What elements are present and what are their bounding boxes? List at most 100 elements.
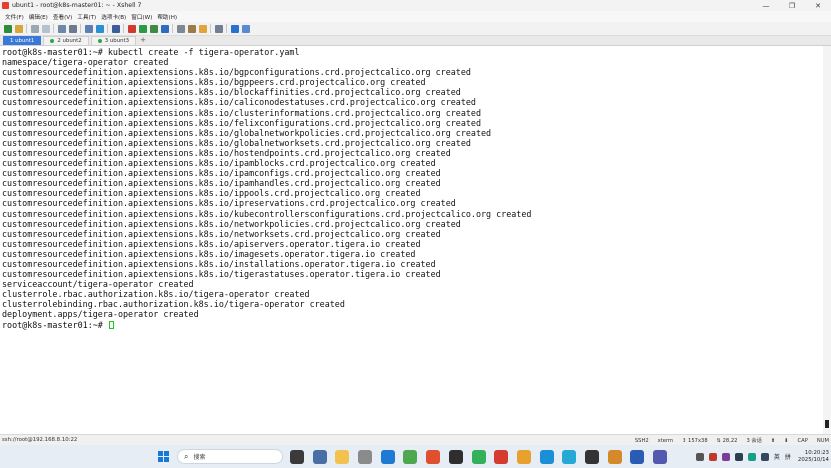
green-app-icon[interactable] — [471, 449, 486, 464]
tray-app3-icon[interactable] — [734, 452, 743, 461]
search-icon[interactable] — [69, 24, 77, 33]
ime-language[interactable]: 英 — [774, 452, 780, 461]
toolbar-separator — [53, 24, 54, 33]
red-app-icon[interactable] — [494, 449, 509, 464]
title-bar: ubunt1 - root@k8s-master01: ~ - Xshell 7… — [0, 0, 831, 11]
menu-tab[interactable]: 选项卡(B) — [101, 13, 126, 21]
toolbar-separator — [26, 24, 27, 33]
word-icon[interactable] — [630, 449, 645, 464]
text-cursor — [108, 320, 114, 329]
fullscreen-icon[interactable] — [150, 24, 158, 33]
lock-icon[interactable] — [161, 24, 169, 33]
tab-ubunt2[interactable]: 2 ubunt2 — [43, 36, 89, 45]
connection-address: ssh://root@192.168.8.10:22 — [2, 437, 78, 443]
xshell-taskbar-icon[interactable] — [426, 449, 441, 464]
clock[interactable]: 10:20:23 2025/10/14 — [798, 450, 829, 464]
help-icon[interactable] — [231, 24, 239, 33]
terminal-line: customresourcedefinition.apiextensions.k… — [2, 188, 421, 199]
search-placeholder: 搜索 — [193, 454, 206, 461]
unlink-icon[interactable] — [42, 24, 50, 33]
tab-label: 3 ubunt3 — [104, 37, 130, 44]
link-icon[interactable] — [31, 24, 39, 33]
system-tray: 英 拼 10:20:23 2025/10/14 — [691, 445, 829, 468]
terminal-line: customresourcedefinition.apiextensions.k… — [2, 67, 471, 78]
menu-window[interactable]: 窗口(W) — [131, 13, 152, 21]
teams-icon[interactable] — [653, 449, 667, 464]
add-tab-button[interactable]: + — [140, 36, 146, 45]
edge-icon[interactable] — [539, 449, 554, 464]
vscode-icon[interactable] — [380, 449, 395, 464]
menu-help[interactable]: 帮助(H) — [157, 13, 177, 21]
terminal-line: customresourcedefinition.apiextensions.k… — [2, 77, 426, 88]
taskbar-search[interactable]: ⌕ 搜索 — [177, 449, 283, 464]
maximize-button[interactable]: ❐ — [779, 0, 805, 11]
connected-status-icon — [50, 39, 55, 43]
tray-app5-icon[interactable] — [760, 452, 769, 461]
store-icon[interactable] — [358, 449, 373, 464]
open-folder-icon[interactable] — [15, 24, 23, 33]
terminal-output[interactable]: root@k8s-master01:~# kubectl create -f t… — [0, 46, 823, 434]
settings-icon[interactable] — [312, 449, 327, 464]
shell-prompt: root@k8s-master01:~# — [2, 319, 108, 330]
toolbar — [0, 22, 831, 36]
terminal-line: customresourcedefinition.apiextensions.k… — [2, 158, 436, 169]
status-item: SSH2 — [634, 437, 649, 444]
close-button[interactable]: ✕ — [805, 0, 831, 11]
terminal-line: root@k8s-master01:~# kubectl create -f t… — [2, 47, 300, 57]
keyboard-icon[interactable] — [177, 24, 185, 33]
chrome-icon[interactable] — [516, 449, 531, 464]
menu-edit[interactable]: 编辑(E) — [29, 13, 48, 21]
globe-icon[interactable] — [96, 24, 104, 33]
terminal-line: clusterrolebinding.rbac.authorization.k8… — [2, 299, 345, 310]
menu-file[interactable]: 文件(F) — [5, 13, 24, 21]
toolbar-separator — [226, 24, 227, 33]
window-controls: — ❐ ✕ — [753, 0, 831, 11]
font-icon[interactable] — [112, 24, 120, 33]
terminal-prompt-line[interactable]: root@k8s-master01:~# — [2, 320, 823, 330]
tab-ubunt1[interactable]: 1 ubunt1 — [3, 36, 42, 45]
xftp-icon[interactable] — [128, 24, 136, 33]
terminal-line: customresourcedefinition.apiextensions.k… — [2, 107, 482, 118]
clock-time: 10:20:23 — [804, 449, 829, 456]
properties-icon[interactable] — [85, 24, 93, 33]
file-explorer-icon[interactable] — [335, 449, 350, 464]
chevron-up-icon[interactable] — [695, 452, 704, 461]
copy-icon[interactable] — [58, 24, 66, 33]
tray-app4-icon[interactable] — [747, 452, 756, 461]
tab-ubunt3[interactable]: 3 ubunt3 — [90, 36, 137, 45]
toolbar-separator — [80, 24, 81, 33]
status-item: NUM — [816, 437, 829, 444]
terminal-line: clusterrole.rbac.authorization.k8s.io/ti… — [2, 289, 310, 300]
clipboard-icon[interactable] — [403, 449, 418, 464]
chat-icon[interactable] — [242, 24, 250, 33]
minimize-button[interactable]: — — [753, 0, 779, 11]
terminal-icon[interactable] — [448, 449, 463, 464]
xshell-icon[interactable] — [139, 24, 147, 33]
ime-mode[interactable]: 拼 — [785, 452, 791, 461]
clock-date: 2025/10/14 — [797, 456, 829, 463]
terminal-scrollbar[interactable] — [823, 46, 831, 434]
new-session-icon[interactable] — [4, 24, 12, 33]
tray-app2-icon[interactable] — [721, 452, 730, 461]
terminal-line: customresourcedefinition.apiextensions.k… — [2, 117, 482, 128]
terminal-line: customresourcedefinition.apiextensions.k… — [2, 127, 492, 138]
terminal-line: customresourcedefinition.apiextensions.k… — [2, 198, 456, 209]
box-app-icon[interactable] — [607, 449, 622, 464]
terminal-line: namespace/tigera-operator created — [2, 57, 169, 68]
status-item: ↕ 157x38 — [682, 437, 708, 444]
terminal-line: customresourcedefinition.apiextensions.k… — [2, 269, 441, 280]
menu-view[interactable]: 查看(V) — [53, 13, 72, 21]
chat-app-icon[interactable] — [562, 449, 577, 464]
start-button[interactable] — [158, 451, 169, 462]
layout-icon[interactable] — [215, 24, 223, 33]
typora-icon[interactable] — [584, 449, 599, 464]
folder-icon[interactable] — [199, 24, 207, 33]
scrollbar-thumb[interactable] — [825, 420, 829, 428]
menu-tools[interactable]: 工具(T) — [77, 13, 96, 21]
widgets-icon[interactable] — [290, 449, 304, 464]
script-icon[interactable] — [188, 24, 196, 33]
terminal-line: customresourcedefinition.apiextensions.k… — [2, 178, 441, 189]
status-item: ⇅ 28,22 — [716, 437, 738, 444]
terminal-line: customresourcedefinition.apiextensions.k… — [2, 137, 471, 148]
tray-app1-icon[interactable] — [708, 452, 717, 461]
